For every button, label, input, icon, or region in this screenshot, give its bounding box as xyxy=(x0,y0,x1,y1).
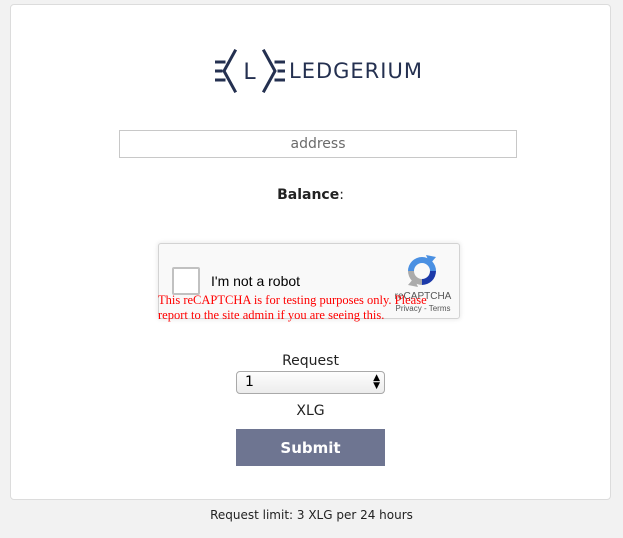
address-input[interactable] xyxy=(119,130,517,158)
request-amount-select[interactable]: 1 ▲ ▼ xyxy=(236,371,385,394)
select-arrows-icon: ▲ ▼ xyxy=(373,373,380,391)
request-amount-value: 1 xyxy=(245,374,254,390)
balance-colon: : xyxy=(339,187,344,203)
request-limit-note: Request limit: 3 XLG per 24 hours xyxy=(210,508,413,522)
svg-text:L: L xyxy=(243,60,256,85)
request-label: Request xyxy=(282,353,339,369)
ledgerium-logo-icon: L xyxy=(215,49,285,93)
recaptcha-checkbox[interactable] xyxy=(172,267,200,295)
balance-line: Balance: xyxy=(11,187,610,203)
logo-text: LEDGERIUM xyxy=(289,59,423,83)
recaptcha-test-warning: This reCAPTCHA is for testing purposes o… xyxy=(158,293,427,322)
submit-button[interactable]: Submit xyxy=(236,429,385,466)
recaptcha-logo-icon xyxy=(408,255,436,287)
unit-label: XLG xyxy=(296,403,325,419)
ledgerium-logo: L LEDGERIUM xyxy=(215,49,427,93)
balance-label: Balance xyxy=(277,187,340,203)
recaptcha-label: I'm not a robot xyxy=(211,273,301,289)
faucet-card: L LEDGERIUM Balance: I'm not a robot reC… xyxy=(10,4,611,500)
